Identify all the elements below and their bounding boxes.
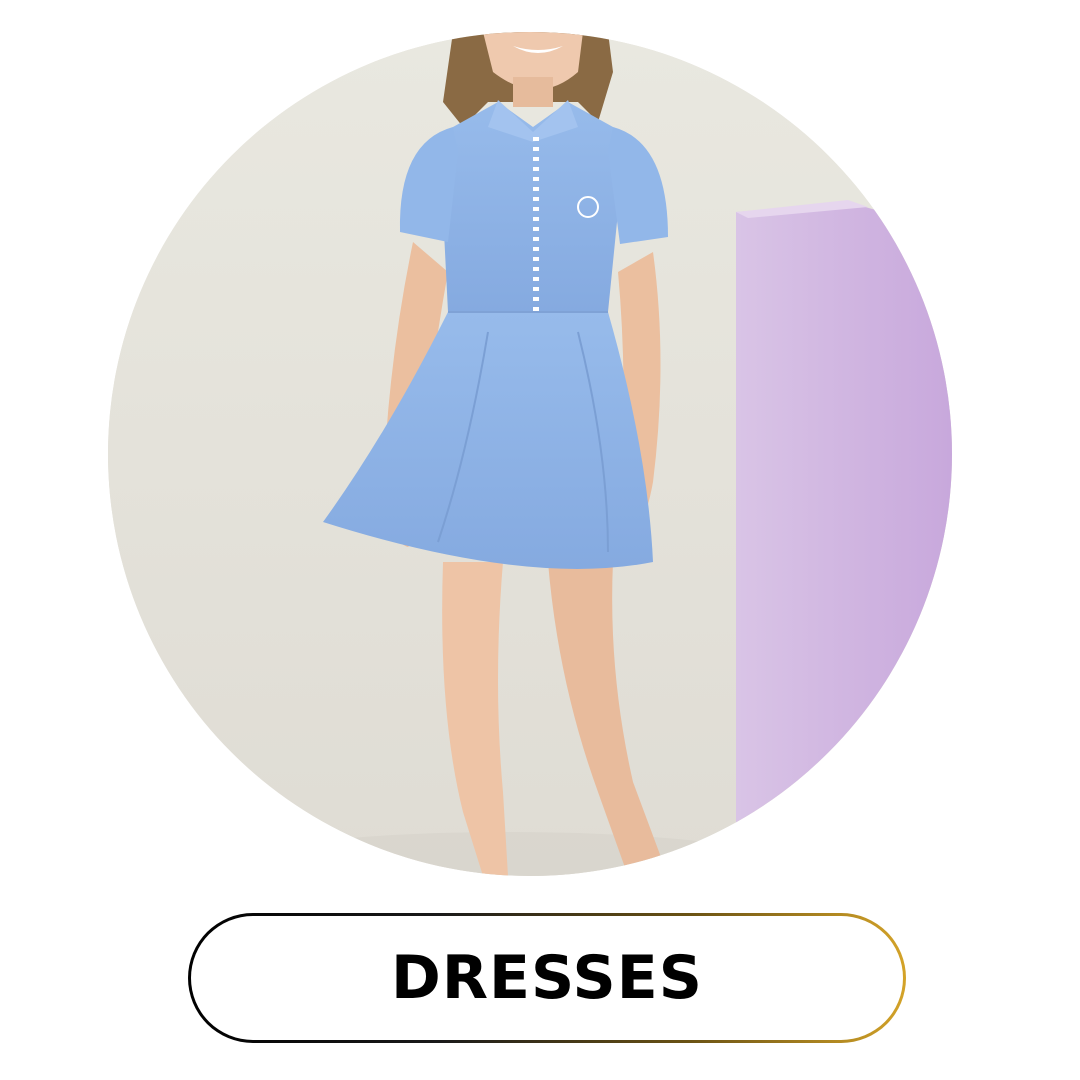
category-button-inner: DRESSES xyxy=(191,916,903,1040)
product-photo[interactable] xyxy=(108,32,952,876)
category-label: DRESSES xyxy=(391,943,703,1013)
category-tile[interactable]: DRESSES xyxy=(0,0,1080,1080)
dress-photo-illustration xyxy=(108,32,952,876)
pedestal xyxy=(736,200,952,832)
dresses-category-button[interactable]: DRESSES xyxy=(188,913,906,1043)
